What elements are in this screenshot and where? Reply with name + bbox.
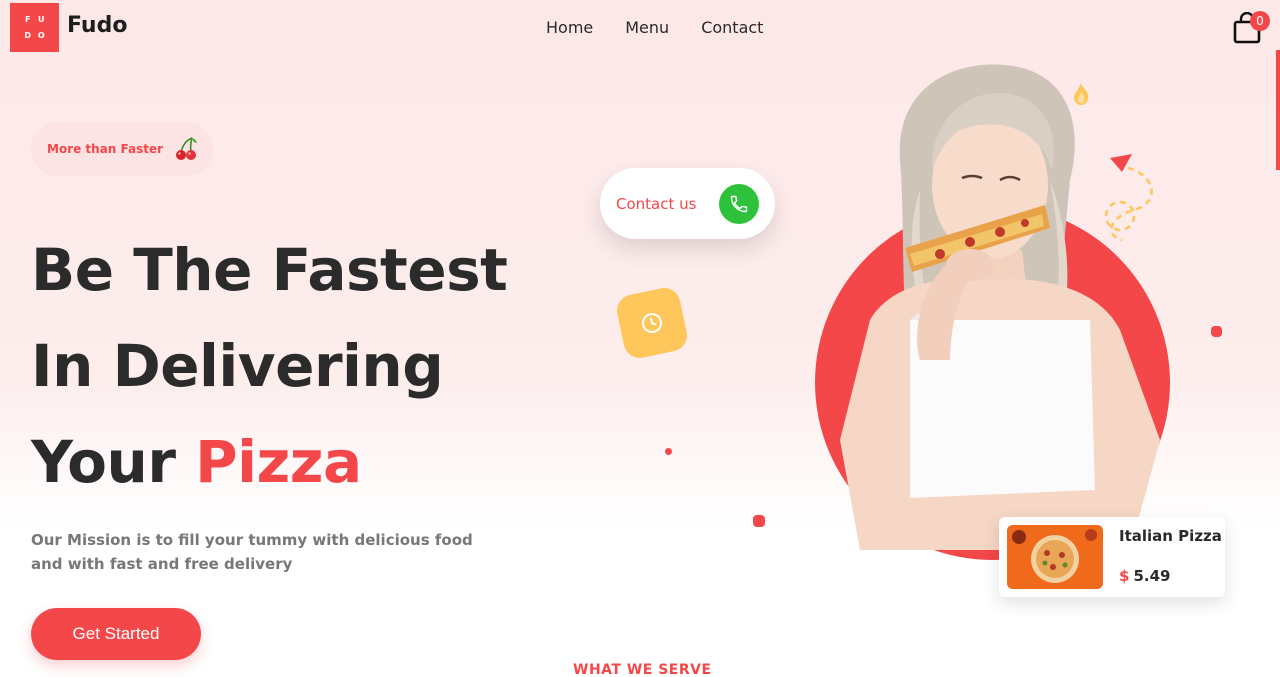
cherry-icon	[176, 137, 198, 160]
decor-dot	[665, 448, 672, 455]
get-started-button[interactable]: Get Started	[31, 608, 201, 660]
logo-letter: O	[37, 30, 45, 40]
logo-letter: D	[24, 30, 32, 40]
hero-badge-label: More than Faster	[47, 142, 164, 156]
nav-link-contact[interactable]: Contact	[701, 18, 763, 37]
pizza-image	[1007, 525, 1103, 589]
food-price: $5.49	[1119, 567, 1170, 585]
price-value: 5.49	[1133, 567, 1171, 585]
pizza-thumbnail	[1007, 525, 1103, 589]
contact-us-label: Contact us	[616, 194, 697, 213]
nav-link-menu[interactable]: Menu	[625, 18, 669, 37]
headline-line-1: Be The Fastest	[31, 236, 508, 304]
phone-glyph	[730, 195, 748, 213]
brand-name[interactable]: Fudo	[67, 13, 127, 38]
hero-headline: Be The Fastest In Delivering Your Pizza	[31, 222, 508, 510]
main-menu: Home Menu Contact	[546, 18, 763, 37]
logo[interactable]: F U D O	[10, 3, 59, 52]
page-scrollbar[interactable]	[1276, 50, 1280, 170]
headline-line-2: In Delivering	[31, 332, 444, 400]
mission-text: Our Mission is to fill your tummy with d…	[31, 531, 473, 573]
phone-icon[interactable]	[719, 184, 759, 224]
featured-food-card[interactable]: Italian Pizza $5.49	[999, 517, 1225, 597]
section-heading: WHAT WE SERVE	[573, 662, 712, 677]
logo-letter: F	[25, 15, 31, 25]
headline-word-plain: Your	[31, 428, 176, 496]
logo-letter: U	[38, 15, 45, 25]
clock-tile	[614, 285, 690, 361]
currency-symbol: $	[1119, 567, 1130, 585]
top-nav: F U D O Fudo Home Menu Contact 0	[0, 0, 1280, 58]
headline-word-accent: Pizza	[195, 428, 362, 496]
decor-dot	[753, 515, 765, 527]
cart-count-badge: 0	[1250, 11, 1270, 31]
hero-badge: More than Faster	[31, 122, 213, 176]
clock-icon	[642, 313, 662, 334]
headline-line-3: Your Pizza	[31, 414, 507, 510]
contact-us-card[interactable]: Contact us	[600, 168, 775, 239]
woman-eating-pizza-image	[840, 64, 1160, 550]
decor-dot	[1211, 326, 1222, 337]
food-name: Italian Pizza	[1119, 527, 1222, 545]
nav-link-home[interactable]: Home	[546, 18, 593, 37]
